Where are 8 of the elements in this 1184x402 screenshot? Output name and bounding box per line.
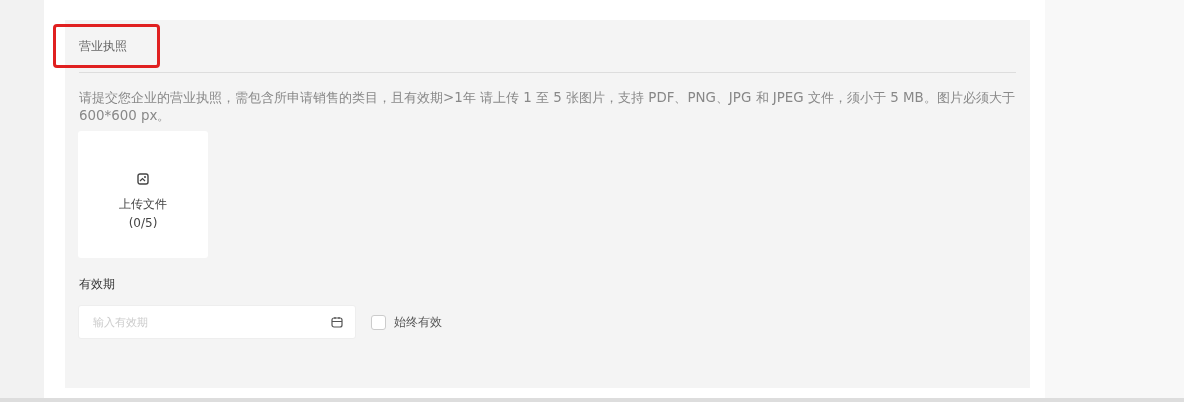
description-text: 请提交您企业的营业执照，需包含所申请销售的类目，且有效期>1年 请上传 1 至 5 张图片，支持 PDF、PNG、JPG 和 JPEG 文件，须小于 5 MB。图片必须大于 600*600 px。 bbox=[79, 89, 1016, 125]
calendar-icon bbox=[331, 316, 343, 328]
field-label: 有效期 bbox=[79, 276, 116, 293]
upload-button[interactable]: 上传文件 (0/5) bbox=[78, 131, 208, 258]
checkbox[interactable] bbox=[371, 314, 386, 330]
image-icon bbox=[137, 172, 149, 185]
checkbox-label: 始终有效 bbox=[394, 313, 442, 331]
section-title: 营业执照 bbox=[79, 37, 127, 55]
